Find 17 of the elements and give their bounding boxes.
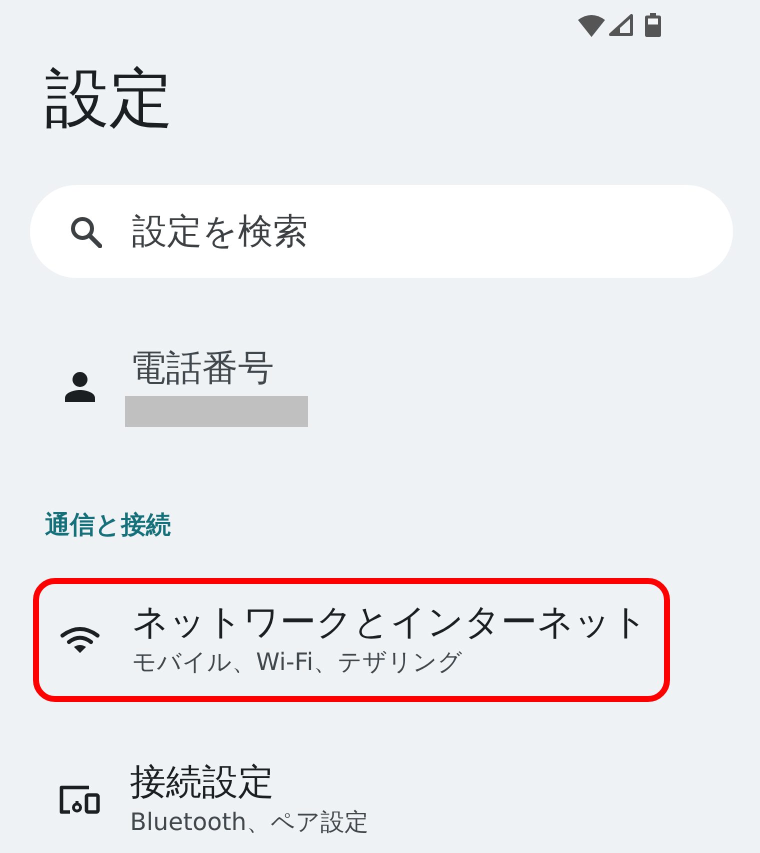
settings-list-item[interactable]: 接続設定 Bluetooth、ペア設定 — [33, 756, 389, 842]
page-title: 設定 — [45, 66, 173, 132]
search-field[interactable]: 設定を検索 — [30, 185, 733, 278]
wifi-signal-icon — [578, 14, 605, 36]
devices-icon — [58, 784, 100, 814]
battery-icon — [645, 13, 661, 37]
settings-list-item[interactable]: ネットワークとインターネット モバイル、Wi-Fi、テザリング — [33, 578, 670, 702]
item-subtitle: Bluetooth、ペア設定 — [130, 807, 369, 838]
section-header: 通信と接続 — [45, 509, 171, 541]
item-title: 接続設定 — [130, 761, 274, 805]
person-icon — [65, 372, 95, 402]
wifi-icon — [60, 626, 100, 652]
item-subtitle: モバイル、Wi-Fi、テザリング — [132, 647, 462, 678]
search-icon — [70, 216, 102, 248]
cellular-signal-icon — [609, 14, 633, 36]
account-title[interactable]: 電話番号 — [130, 346, 274, 392]
item-title: ネットワークとインターネット — [132, 601, 648, 645]
